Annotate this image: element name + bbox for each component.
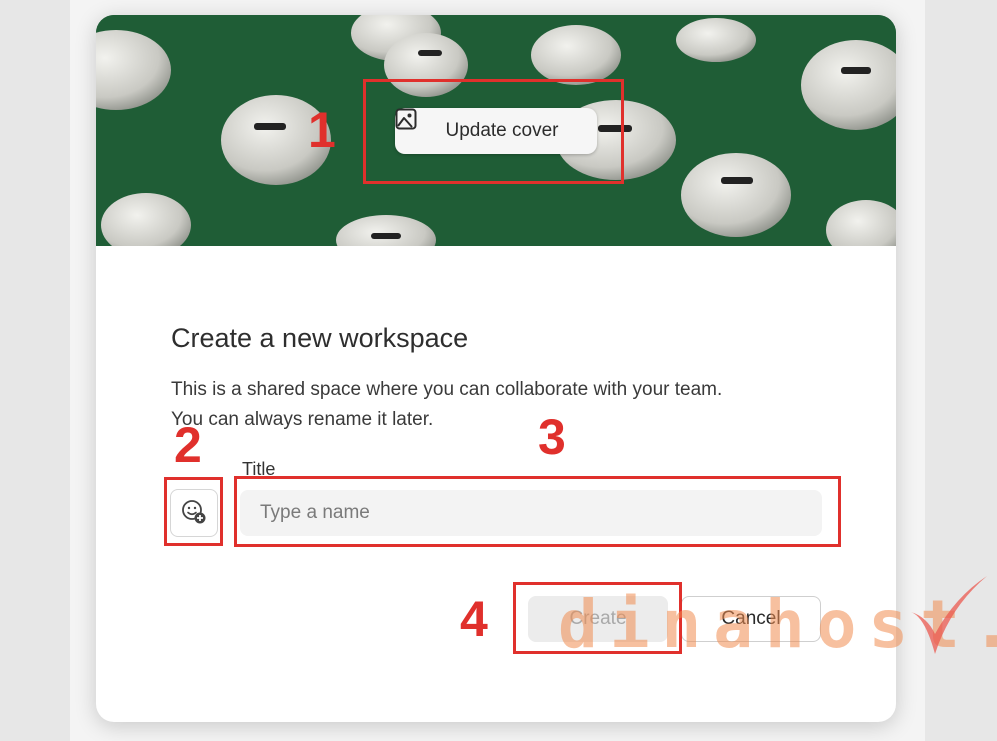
description-line-2: You can always rename it later. <box>171 409 434 430</box>
annotation-number-3: 3 <box>538 409 566 465</box>
dialog-title: Create a new workspace <box>171 323 469 353</box>
workspace-name-input[interactable] <box>240 490 822 536</box>
emoji-add-icon <box>181 499 207 528</box>
update-cover-label: Update cover <box>445 120 559 141</box>
title-field-label: Title <box>242 459 276 479</box>
dialog-description: This is a shared space where you can col… <box>171 375 811 435</box>
cover-image: Update cover <box>96 15 896 246</box>
annotation-number-1: 1 <box>308 102 336 158</box>
annotation-number-4: 4 <box>460 591 488 647</box>
description-line-1: This is a shared space where you can col… <box>171 379 723 400</box>
update-cover-button[interactable]: Update cover <box>395 108 597 154</box>
annotation-number-2: 2 <box>174 417 202 473</box>
emoji-picker-button[interactable] <box>170 489 218 537</box>
checkmark-icon <box>905 572 990 667</box>
